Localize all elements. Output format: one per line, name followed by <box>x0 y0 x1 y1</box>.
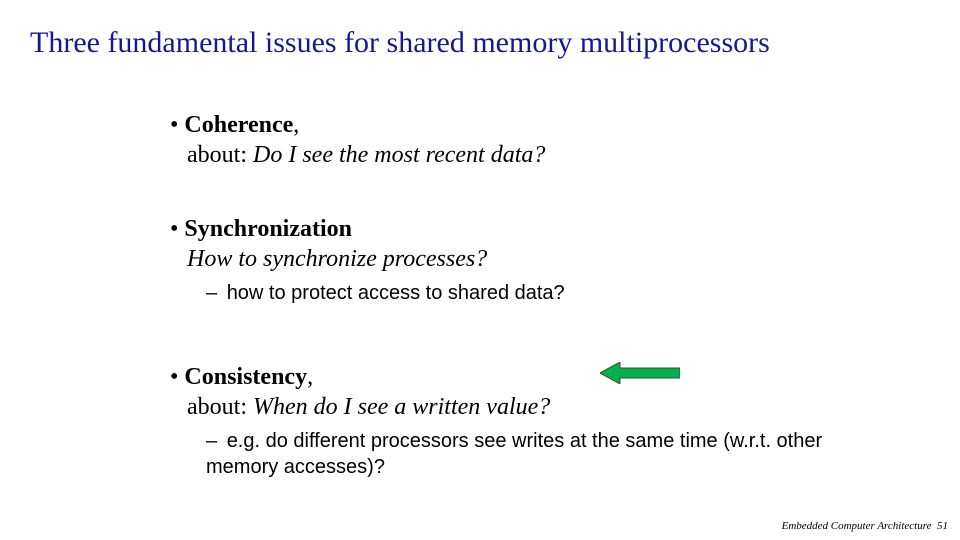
sub-bullet-consistency: – e.g. do different processors see write… <box>206 428 890 480</box>
bullet-synchronization: • Synchronization <box>170 214 890 244</box>
question-text: When do I see a written value? <box>253 394 550 420</box>
slide-title: Three fundamental issues for shared memo… <box>30 26 770 60</box>
footer-label: Embedded Computer Architecture <box>782 520 932 532</box>
about-line-coherence: about: Do I see the most recent data? <box>187 140 890 170</box>
slide: Three fundamental issues for shared memo… <box>0 0 960 540</box>
dash: – <box>206 282 223 304</box>
slide-body: • Coherence, about: Do I see the most re… <box>170 110 890 480</box>
left-arrow-icon <box>600 362 680 389</box>
about-line-sync: How to synchronize processes? <box>187 244 890 274</box>
footer-page: 51 <box>937 520 948 532</box>
bullet-marker: • <box>170 216 184 242</box>
question-text: Do I see the most recent data? <box>253 142 545 168</box>
arrow-shape <box>600 362 680 384</box>
sub-text: how to protect access to shared data? <box>227 282 565 304</box>
spacer <box>170 306 890 362</box>
bullet-heading: Synchronization <box>184 216 352 242</box>
bullet-coherence: • Coherence, <box>170 110 890 140</box>
about-line-consistency: about: When do I see a written value? <box>187 392 890 422</box>
bullet-marker: • <box>170 112 184 138</box>
bullet-heading: Coherence <box>184 112 293 138</box>
sub-bullet-sync: – how to protect access to shared data? <box>206 280 890 306</box>
bullet-suffix: , <box>307 364 313 390</box>
bullet-heading: Consistency <box>184 364 307 390</box>
bullet-marker: • <box>170 364 184 390</box>
bullet-consistency: • Consistency, <box>170 362 890 392</box>
about-label: about: <box>187 142 253 168</box>
dash: – <box>206 430 223 452</box>
question-text: How to synchronize processes? <box>187 246 487 272</box>
sub-text: e.g. do different processors see writes … <box>206 430 822 478</box>
spacer <box>170 170 890 214</box>
bullet-suffix: , <box>293 112 299 138</box>
footer: Embedded Computer Architecture 51 <box>782 520 948 532</box>
about-label: about: <box>187 394 253 420</box>
